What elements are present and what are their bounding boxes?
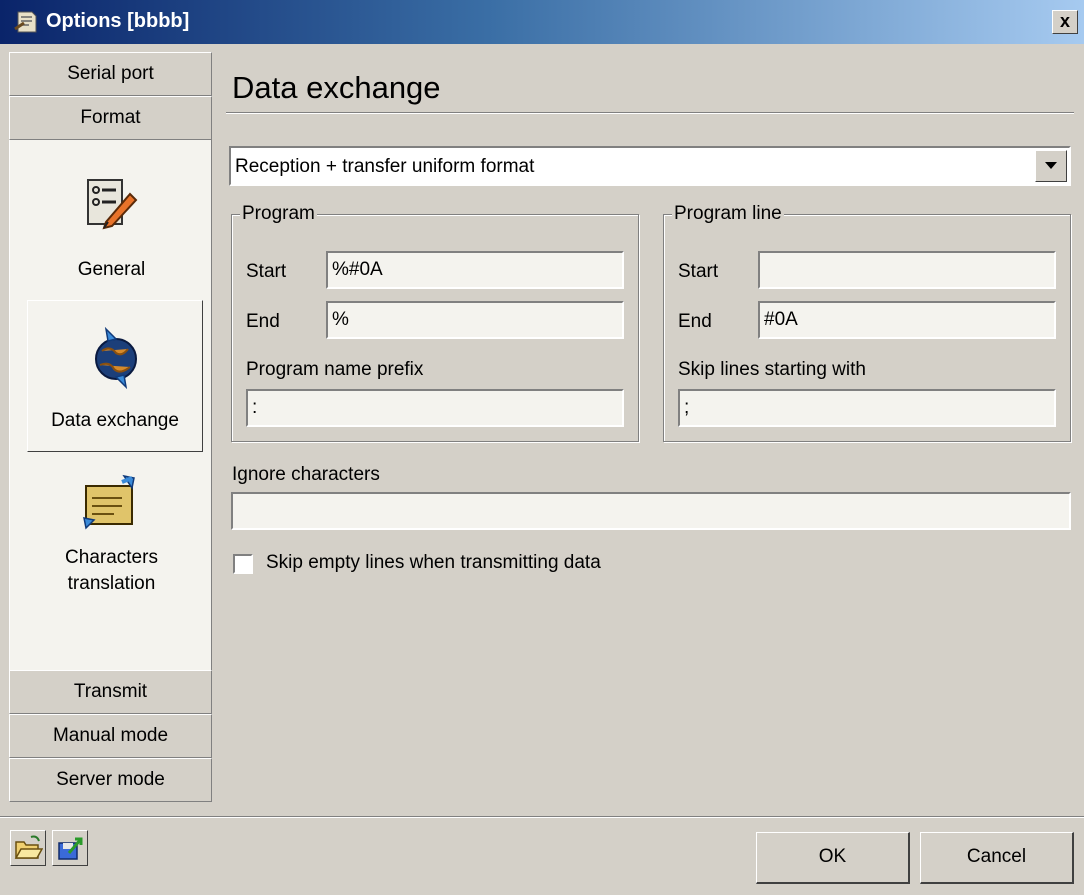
open-folder-icon — [14, 835, 43, 859]
nav-item-data-exchange-label: Data exchange — [51, 410, 179, 431]
ok-button[interactable]: OK — [756, 832, 910, 884]
program-prefix-label: Program name prefix — [246, 359, 424, 380]
nav-item-data-exchange[interactable]: Data exchange — [27, 300, 203, 452]
chevron-down-icon — [1045, 162, 1057, 169]
close-icon: x — [1059, 11, 1070, 31]
skip-empty-lines-checkbox[interactable] — [233, 554, 253, 574]
program-prefix-input[interactable]: : — [246, 389, 624, 427]
skip-lines-label: Skip lines starting with — [678, 359, 866, 380]
app-icon — [14, 11, 37, 33]
program-start-input[interactable]: %#0A — [326, 251, 624, 289]
footer-divider — [0, 816, 1084, 818]
heading-divider — [226, 112, 1074, 114]
format-mode-select[interactable]: Reception + transfer uniform format — [229, 146, 1071, 186]
window-title: Options [bbbb] — [46, 10, 190, 32]
nav-item-characters-label-1: Characters — [65, 547, 158, 568]
nav-item-characters-label-2: translation — [67, 573, 156, 594]
program-start-label: Start — [246, 261, 287, 282]
checklist-pen-icon — [87, 179, 138, 230]
nav-item-general[interactable]: General — [10, 140, 213, 290]
close-button[interactable]: x — [1052, 10, 1078, 34]
ignore-characters-input[interactable] — [231, 492, 1071, 530]
save-export-button[interactable] — [52, 830, 88, 866]
program-end-label: End — [246, 311, 280, 332]
skip-empty-lines-label[interactable]: Skip empty lines when transmitting data — [266, 552, 601, 574]
nav-button-serial-port[interactable]: Serial port — [9, 52, 212, 96]
nav-button-manual-mode[interactable]: Manual mode — [9, 714, 212, 758]
nav-item-characters-translation[interactable]: Characters translation — [10, 456, 213, 606]
program-group: Program Start %#0A End % Program name pr… — [231, 203, 639, 442]
nav-button-transmit[interactable]: Transmit — [9, 670, 212, 714]
page-title: Data exchange — [232, 70, 441, 105]
line-start-input[interactable] — [758, 251, 1056, 289]
ignore-characters-label: Ignore characters — [232, 464, 380, 485]
program-line-group: Program line Start End #0A Skip lines st… — [663, 203, 1071, 442]
nav-item-general-label: General — [77, 259, 146, 280]
dropdown-button[interactable] — [1035, 150, 1067, 182]
nav-button-format[interactable]: Format — [9, 96, 212, 140]
skip-lines-input[interactable]: ; — [678, 389, 1056, 427]
nav-panel: Serial port Format General Data exchange… — [9, 52, 212, 802]
program-line-group-title: Program line — [672, 203, 784, 225]
globe-arrows-icon — [95, 327, 137, 389]
save-export-icon — [58, 837, 83, 860]
document-arrows-icon — [83, 474, 135, 530]
line-start-label: Start — [678, 261, 719, 282]
line-end-label: End — [678, 311, 712, 332]
format-mode-value: Reception + transfer uniform format — [235, 156, 535, 177]
open-button[interactable] — [10, 830, 46, 866]
program-end-input[interactable]: % — [326, 301, 624, 339]
format-subitems: General Data exchange Characters transla… — [9, 140, 212, 722]
nav-button-server-mode[interactable]: Server mode — [9, 758, 212, 802]
program-group-title: Program — [240, 203, 317, 225]
options-dialog: Options [bbbb] x Serial port Format Gene… — [0, 0, 1084, 895]
title-bar: Options [bbbb] x — [0, 0, 1084, 44]
cancel-button[interactable]: Cancel — [920, 832, 1074, 884]
line-end-input[interactable]: #0A — [758, 301, 1056, 339]
